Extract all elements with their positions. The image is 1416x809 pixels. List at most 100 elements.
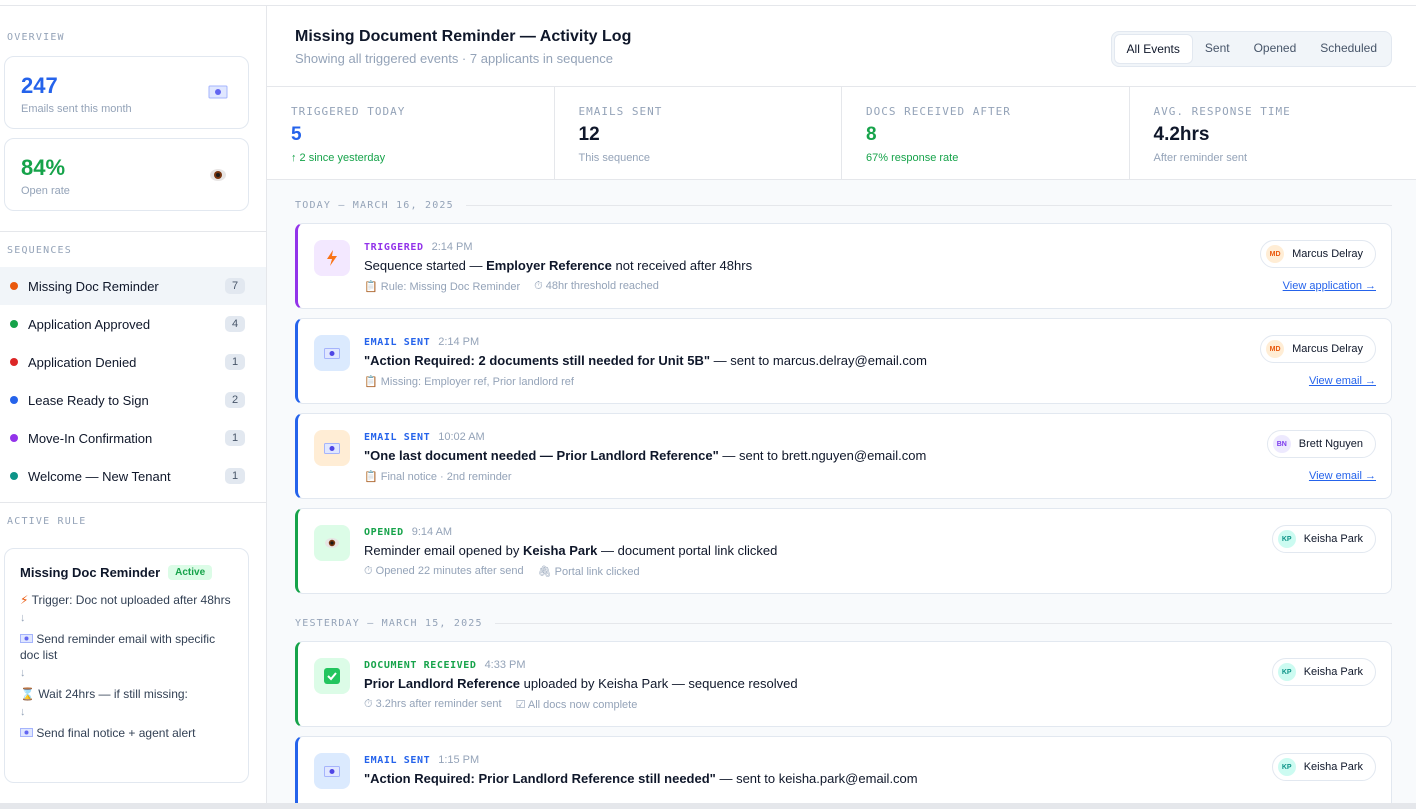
event-time: 10:02 AM	[438, 431, 485, 443]
applicant-chip[interactable]: KP Keisha Park	[1271, 753, 1376, 781]
event-type: EMAIL SENT	[364, 432, 431, 443]
status-dot	[10, 434, 18, 442]
event-meta-item: ⏱ 3.2hrs after reminder sent	[364, 698, 502, 710]
arrow-down-icon: ↓	[20, 612, 26, 624]
stat-label: DOCS RECEIVED AFTER	[866, 105, 1011, 118]
event-description: Sequence started — Employer Reference no…	[364, 258, 752, 273]
activity-feed: TODAY — MARCH 16, 2025 TRIGGERED 2:14 PM Se…	[267, 200, 1416, 803]
eye-icon	[314, 525, 350, 561]
view-link[interactable]: View email →	[1309, 470, 1376, 482]
event-card[interactable]: EMAIL SENT 2:14 PM "Action Required: 2 doc…	[295, 318, 1392, 404]
stat-emails-sent: EMAILS SENT 12 This sequence	[555, 87, 842, 179]
event-text-part: uploaded by Keisha Park — sequence resol…	[520, 676, 798, 691]
sequence-item[interactable]: Missing Doc Reminder 7	[0, 267, 266, 305]
event-text-part: Prior Landlord Reference	[364, 676, 521, 691]
check-icon	[314, 658, 350, 694]
rule-step-text: Wait 24hrs — if still missing:	[38, 687, 188, 701]
event-time: 9:14 AM	[411, 526, 453, 538]
event-description: "One last document needed — Prior Landlo…	[364, 448, 926, 463]
tab-all-events[interactable]: All Events	[1113, 34, 1193, 64]
event-header: TRIGGERED 2:14 PM	[364, 241, 473, 253]
event-meta: ⏱ 3.2hrs after reminder sent ☑ All docs n…	[364, 698, 651, 711]
event-text-part: Employer Reference	[486, 258, 612, 273]
rule-step-wait: ⌛ Wait 24hrs — if still missing:	[20, 686, 234, 702]
event-header: EMAIL SENT 1:15 PM	[364, 754, 479, 766]
envelope-icon	[20, 632, 33, 646]
event-meta: 📋 Final notice · 2nd reminder	[364, 470, 526, 483]
applicant-name: Keisha Park	[1303, 533, 1363, 545]
event-text-part: — sent to keisha.park@email.com	[715, 771, 918, 786]
stat-avg-response: AVG. RESPONSE TIME 4.2hrs After reminder…	[1130, 87, 1416, 179]
lightning-icon	[314, 240, 350, 276]
stat-sub: ↑ 2 since yesterday	[291, 152, 386, 164]
tab-scheduled[interactable]: Scheduled	[1308, 34, 1389, 64]
event-card[interactable]: OPENED 9:14 AM Reminder email opened by Ke…	[295, 508, 1392, 594]
event-header: DOCUMENT RECEIVED 4:33 PM	[364, 659, 526, 671]
event-card[interactable]: TRIGGERED 2:14 PM Sequence started — Emplo…	[295, 223, 1392, 309]
hourglass-icon: ⌛	[20, 687, 35, 701]
event-text-part: "One last document needed — Prior Landlo…	[364, 448, 719, 463]
rule-step-text: Send final notice + agent alert	[36, 726, 196, 740]
tab-sent[interactable]: Sent	[1193, 34, 1242, 64]
envelope-icon	[20, 726, 33, 740]
event-type: TRIGGERED	[364, 242, 424, 253]
event-meta-item: 📋 Rule: Missing Doc Reminder	[364, 281, 521, 293]
view-link[interactable]: View application →	[1283, 280, 1376, 292]
event-meta: 📋 Rule: Missing Doc Reminder ⏱ 48hr thres…	[364, 280, 673, 293]
applicant-chip[interactable]: MD Marcus Delray	[1260, 240, 1376, 268]
avatar: MD	[1266, 245, 1285, 263]
sequence-item[interactable]: Application Denied 1	[0, 343, 266, 381]
stat-triggered-today: TRIGGERED TODAY 5 ↑ 2 since yesterday	[267, 87, 555, 179]
event-text-part: Keisha Park	[522, 543, 598, 558]
event-meta-item: ⏱ 48hr threshold reached	[534, 280, 659, 292]
applicant-chip[interactable]: KP Keisha Park	[1271, 525, 1376, 553]
rule-step-text: Send reminder email with specific doc li…	[20, 632, 216, 662]
applicant-chip[interactable]: KP Keisha Park	[1271, 658, 1376, 686]
applicant-chip[interactable]: MD Marcus Delray	[1260, 335, 1376, 363]
event-type: EMAIL SENT	[364, 337, 431, 348]
stat-value: 4.2hrs	[1153, 124, 1210, 145]
event-time: 1:15 PM	[438, 754, 480, 766]
event-card[interactable]: EMAIL SENT 10:02 AM "One last document nee…	[295, 413, 1392, 499]
status-badge: Active	[168, 565, 213, 580]
stat-label: EMAILS SENT	[578, 105, 663, 118]
sequence-item[interactable]: Move-In Confirmation 1	[0, 419, 266, 457]
stat-value: 12	[578, 124, 600, 145]
sequence-name: Missing Doc Reminder	[28, 278, 159, 294]
rule-step-trigger: ⚡ Trigger: Doc not uploaded after 48hrs	[20, 592, 234, 608]
sequence-item[interactable]: Lease Ready to Sign 2	[0, 381, 266, 419]
event-card[interactable]: EMAIL SENT 1:15 PM "Action Required: Prior…	[295, 736, 1392, 803]
applicant-chip[interactable]: BN Brett Nguyen	[1266, 430, 1376, 458]
status-dot	[10, 282, 18, 290]
avatar: KP	[1277, 758, 1296, 776]
divider	[0, 231, 266, 232]
event-card[interactable]: DOCUMENT RECEIVED 4:33 PM Prior Landlord R…	[295, 641, 1392, 727]
bottom-edge	[0, 803, 1416, 809]
stat-card-emails-sent: 247 Emails sent this month	[4, 56, 249, 129]
stat-sub: This sequence	[578, 152, 651, 164]
sequence-count: 7	[225, 278, 245, 294]
sequence-item[interactable]: Application Approved 4	[0, 305, 266, 343]
status-dot	[10, 320, 18, 328]
eye-icon	[208, 167, 228, 188]
event-time: 2:14 PM	[438, 336, 480, 348]
event-type: DOCUMENT RECEIVED	[364, 660, 477, 671]
event-text-part: Reminder email opened by	[364, 543, 523, 558]
sequence-name: Welcome — New Tenant	[28, 468, 171, 484]
event-meta-item: ☑ All docs now complete	[515, 699, 638, 711]
tab-opened[interactable]: Opened	[1242, 34, 1309, 64]
rule-step-final: Send final notice + agent alert	[20, 725, 234, 741]
stats-row: TRIGGERED TODAY 5 ↑ 2 since yesterday EM…	[267, 87, 1416, 180]
view-link[interactable]: View email →	[1309, 375, 1376, 387]
sequence-name: Application Denied	[28, 354, 137, 370]
stat-sub: 67% response rate	[866, 152, 959, 164]
event-time: 2:14 PM	[431, 241, 473, 253]
event-time: 4:33 PM	[484, 659, 526, 671]
applicant-name: Marcus Delray	[1292, 248, 1363, 260]
sequence-count: 4	[225, 316, 245, 332]
stat-card-open-rate: 84% Open rate	[4, 138, 249, 211]
stat-label: AVG. RESPONSE TIME	[1153, 105, 1291, 118]
page-header: Missing Document Reminder — Activity Log…	[267, 6, 1416, 87]
sequence-item[interactable]: Welcome — New Tenant 1	[0, 457, 266, 495]
envelope-icon	[314, 335, 350, 371]
